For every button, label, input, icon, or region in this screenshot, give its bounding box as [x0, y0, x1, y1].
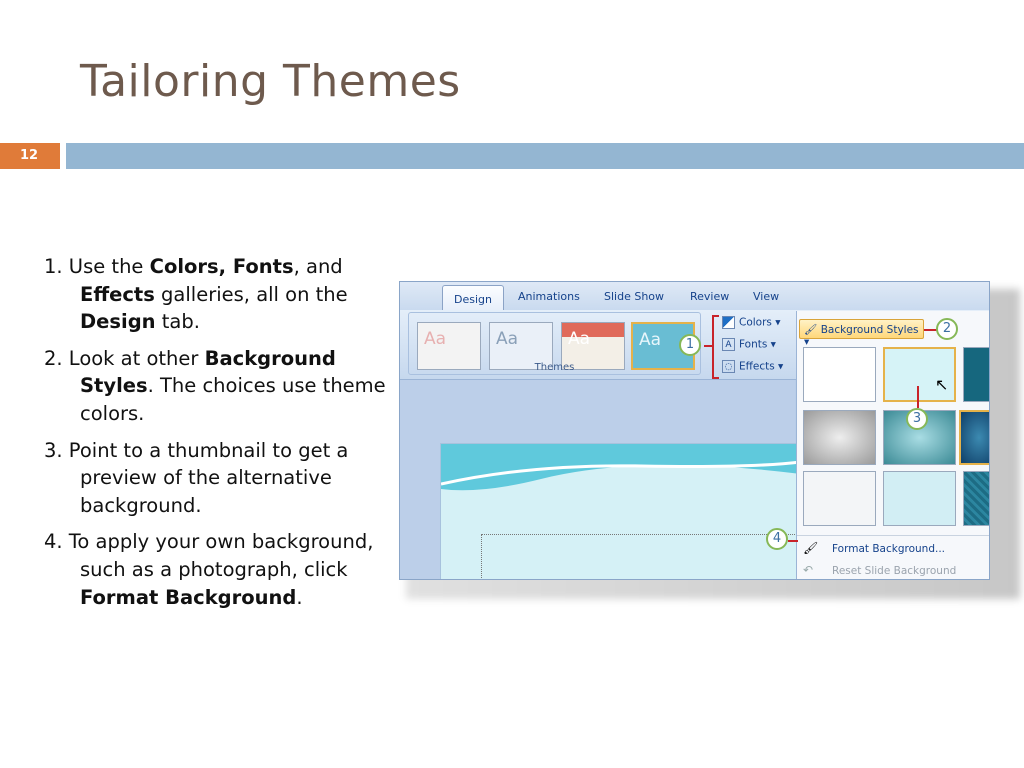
callout-bracket [712, 315, 719, 379]
tab-view[interactable]: View [753, 290, 779, 303]
title-divider-bar [66, 143, 1024, 169]
step-1-text-d: tab. [155, 310, 200, 334]
colors-icon [722, 316, 735, 329]
menu-separator [797, 535, 989, 536]
step-2-text-a: 2. Look at other [44, 346, 205, 370]
bg-style-swatch-3[interactable] [963, 347, 989, 402]
slide-number: 12 [0, 143, 60, 169]
wave-graphic [441, 444, 801, 491]
format-background-icon: 🖌 [803, 541, 819, 555]
effects-icon: ◌ [722, 360, 735, 373]
step-2: 2. Look at other Background Styles. The … [44, 345, 389, 428]
step-1-text-b: , and [293, 255, 343, 278]
bg-style-swatch-8[interactable] [883, 471, 956, 526]
slide-preview [440, 443, 801, 579]
fonts-button[interactable]: A Fonts ▾ [722, 338, 776, 351]
background-styles-label: Background Styles [820, 324, 919, 336]
ribbon-tab-strip: Design Animations Slide Show Review View [400, 282, 989, 311]
bg-style-swatch-6[interactable] [959, 410, 989, 465]
tab-animations[interactable]: Animations [518, 290, 580, 303]
placeholder-box [481, 534, 801, 579]
step-1-bold-b: Effects [80, 282, 155, 306]
fonts-icon: A [722, 338, 735, 351]
colors-button[interactable]: Colors ▾ [722, 316, 781, 329]
step-4-text-a: 4. To apply your own background, such as… [44, 530, 374, 581]
callout-4-leader [788, 540, 798, 542]
background-styles-panel: 🖌 Background Styles ▾ 2 ↖ 3 🖌 Format Bac… [796, 311, 989, 579]
effects-label: Effects [739, 360, 775, 373]
bg-style-swatch-1[interactable] [803, 347, 876, 402]
callout-2: 2 [936, 318, 958, 340]
step-3-text-a: 3. Point to a thumbnail to get a preview… [44, 438, 349, 517]
callout-1-leader [704, 345, 714, 347]
callout-3: 3 [906, 408, 928, 430]
tab-design[interactable]: Design [442, 285, 504, 311]
step-4-text-b: . [296, 585, 303, 609]
bg-style-swatch-7[interactable] [803, 471, 876, 526]
step-1-bold-c: Design [80, 310, 156, 334]
tab-slide-show[interactable]: Slide Show [604, 290, 664, 303]
bg-style-swatch-4[interactable] [803, 410, 876, 465]
step-4: 4. To apply your own background, such as… [44, 528, 389, 611]
bg-style-swatch-2[interactable]: ↖ [883, 347, 956, 402]
slide-canvas [400, 380, 801, 579]
reset-slide-background-menu-item[interactable]: Reset Slide Background [832, 565, 956, 577]
themes-group-label: Themes [534, 362, 575, 373]
effects-button[interactable]: ◌ Effects ▾ [722, 360, 783, 373]
step-1-text-c: galleries, all on the [154, 282, 348, 306]
callout-1: 1 [679, 334, 701, 356]
colors-label: Colors [739, 316, 772, 329]
step-1: 1. Use the Colors, Fonts, and Effects ga… [44, 253, 389, 336]
callout-3-leader [917, 386, 919, 408]
body-text: 1. Use the Colors, Fonts, and Effects ga… [44, 253, 389, 620]
step-1-text-a: 1. Use the [44, 255, 150, 278]
background-styles-button[interactable]: 🖌 Background Styles ▾ [799, 319, 924, 348]
fonts-label: Fonts [739, 338, 768, 351]
tab-review[interactable]: Review [690, 290, 729, 303]
step-1-bold-a: Colors, Fonts [149, 255, 294, 278]
callout-4: 4 [766, 528, 788, 550]
slide-title: Tailoring Themes [80, 56, 461, 107]
reset-background-icon: ↶ [803, 563, 814, 577]
ribbon-screenshot: Design Animations Slide Show Review View… [399, 281, 990, 580]
mouse-cursor-icon: ↖ [935, 375, 949, 394]
step-3: 3. Point to a thumbnail to get a preview… [44, 437, 389, 520]
step-4-bold-a: Format Background [80, 585, 297, 609]
paint-bucket-icon: 🖌 [804, 324, 818, 336]
format-background-menu-item[interactable]: Format Background... [832, 543, 945, 555]
bg-style-swatch-9[interactable] [963, 471, 989, 526]
themes-group: Aa Aa Aa Aa Themes [408, 312, 701, 375]
